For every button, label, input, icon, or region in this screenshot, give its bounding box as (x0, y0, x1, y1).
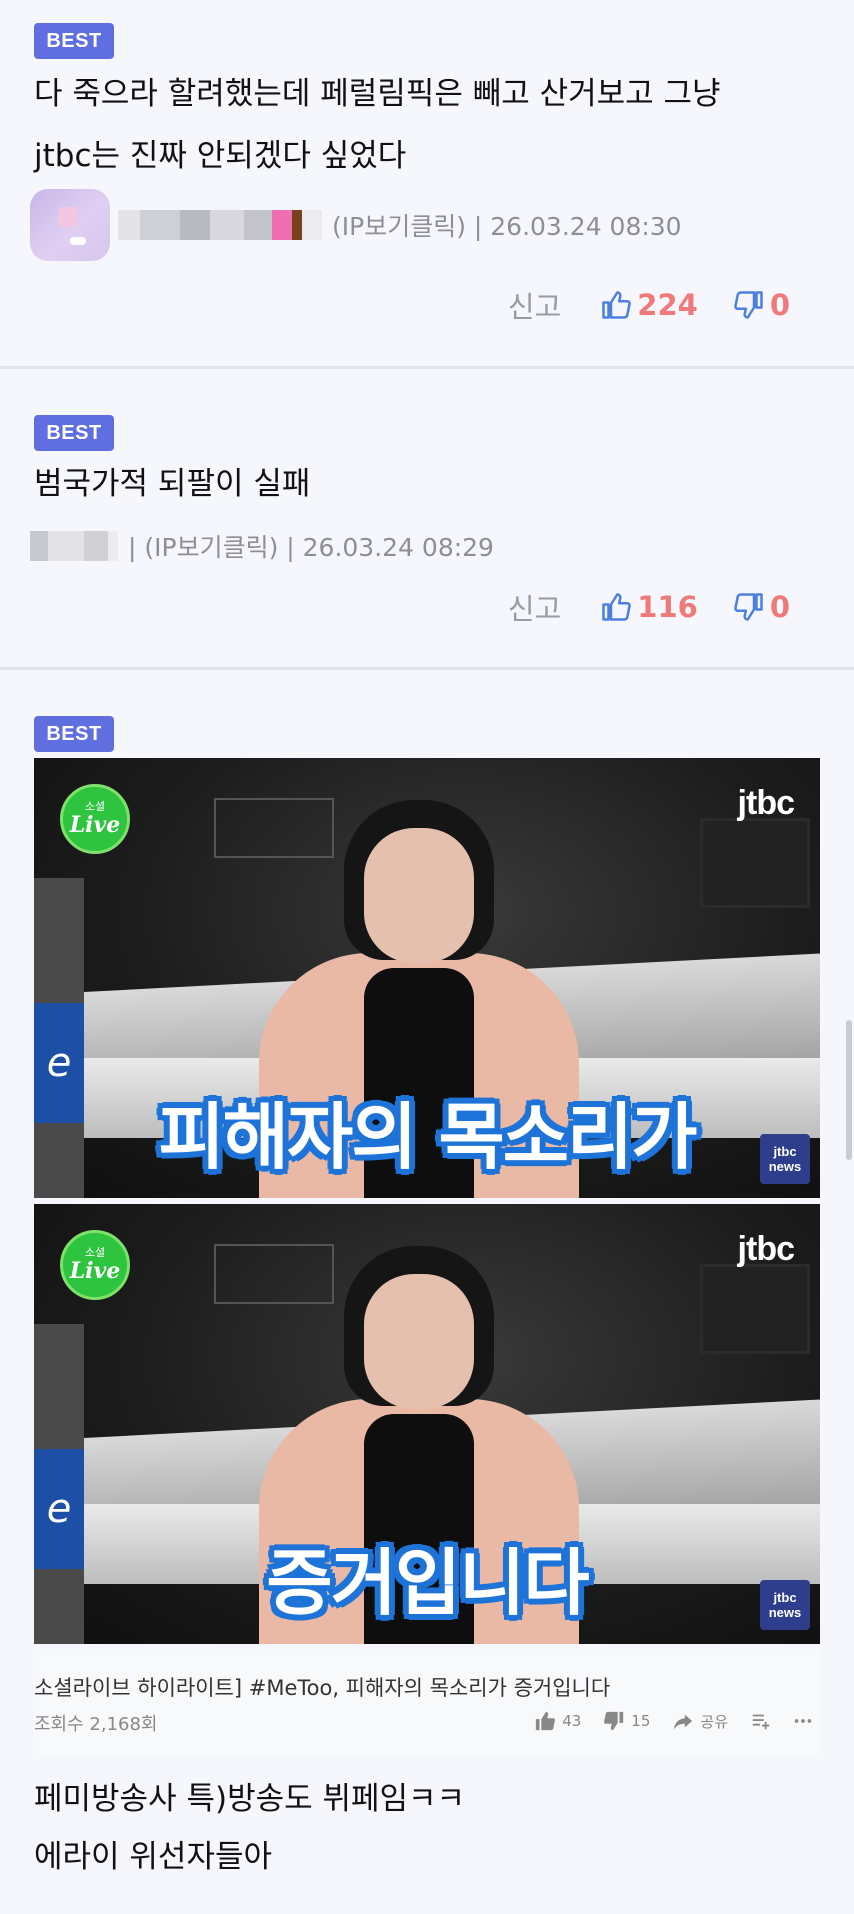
video-screenshot[interactable]: e 소셜 Live jtbc jtbc news 피해자의 목소리가 e 소셜 … (34, 758, 820, 1755)
comment-meta-text: | (IP보기클릭) | 26.03.24 08:29 (128, 533, 494, 562)
comment-text: 다 죽으라 할려했는데 페럴림픽은 빼고 산거보고 그냥 jtbc는 진짜 안되… (34, 76, 721, 174)
dislike-button[interactable]: 0 (734, 288, 790, 322)
share-label[interactable]: 공유 (700, 1711, 728, 1732)
thumbs-down-icon[interactable] (603, 1710, 625, 1732)
thumbs-up-icon (602, 291, 632, 319)
video-dislike-count: 15 (631, 1712, 651, 1730)
thumbs-up-icon[interactable] (534, 1710, 556, 1732)
live-badge-main: Live (69, 812, 121, 838)
video-views: 조회수 2,168회 (34, 1714, 158, 1735)
thumbs-down-icon (734, 593, 763, 621)
author-name-blurred[interactable] (118, 210, 322, 240)
divider (0, 667, 854, 670)
like-count: 224 (637, 288, 698, 322)
comment-text: 범국가적 되팔이 실패 (34, 466, 311, 502)
report-button[interactable]: 신고 (508, 284, 561, 326)
like-count: 116 (637, 590, 698, 624)
best-badge: BEST (34, 716, 114, 752)
scrollbar[interactable] (846, 1020, 852, 1160)
video-frame-1: e 소셜 Live jtbc jtbc news 피해자의 목소리가 (34, 758, 820, 1198)
comment-actions: 신고 224 0 (508, 280, 790, 330)
more-icon[interactable] (792, 1710, 814, 1732)
channel-logo: jtbc (737, 1230, 795, 1268)
video-title[interactable]: 소셜라이브 하이라이트] #MeToo, 피해자의 목소리가 증거입니다 (34, 1672, 610, 1702)
video-actions: 43 15 공유 (534, 1710, 814, 1732)
social-live-badge: 소셜 Live (60, 1230, 130, 1300)
social-live-badge: 소셜 Live (60, 784, 130, 854)
dislike-count: 0 (769, 590, 790, 624)
dislike-count: 0 (769, 288, 790, 322)
video-caption: 피해자의 목소리가 (158, 1095, 698, 1179)
share-icon[interactable] (672, 1710, 694, 1732)
video-frame-2: e 소셜 Live jtbc jtbc news 증거입니다 (34, 1204, 820, 1644)
comment-meta: | (IP보기클릭) | 26.03.24 08:29 (30, 516, 494, 576)
like-button[interactable]: 116 (601, 590, 698, 624)
comment-1: BEST 다 죽으라 할려했는데 페럴림픽은 빼고 산거보고 그냥 jtbc는 … (0, 0, 854, 368)
comment-actions: 신고 116 0 (508, 582, 790, 632)
avatar[interactable] (30, 189, 110, 261)
thumbs-down-icon (734, 291, 763, 319)
comment-meta-text: (IP보기클릭) | 26.03.24 08:30 (332, 212, 682, 241)
video-caption: 증거입니다 (266, 1541, 589, 1625)
add-to-playlist-icon[interactable] (750, 1710, 772, 1732)
next-comment-meta-partial (34, 1893, 476, 1914)
like-button[interactable]: 224 (601, 288, 698, 322)
report-button[interactable]: 신고 (508, 586, 561, 628)
thumbs-up-icon (602, 593, 632, 621)
comment-meta: (IP보기클릭) | 26.03.24 08:30 (30, 189, 682, 261)
comment-2: BEST 범국가적 되팔이 실패 | (IP보기클릭) | 26.03.24 0… (0, 369, 854, 669)
best-badge: BEST (34, 415, 114, 451)
best-badge: BEST (34, 23, 114, 59)
video-like-count: 43 (562, 1712, 582, 1730)
channel-logo: jtbc (737, 784, 795, 822)
author-name-blurred[interactable] (30, 531, 118, 561)
dislike-button[interactable]: 0 (734, 590, 790, 624)
post-text: 페미방송사 특)방송도 뷔페임ㅋㅋ 에라이 위선자들아 (34, 1781, 466, 1875)
video-info-bar: 소셜라이브 하이라이트] #MeToo, 피해자의 목소리가 증거입니다 조회수… (34, 1650, 820, 1755)
live-badge-main: Live (69, 1258, 121, 1284)
